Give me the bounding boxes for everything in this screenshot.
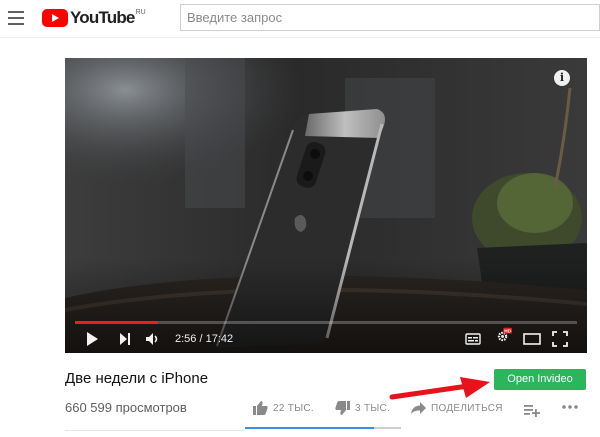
youtube-play-logo-icon <box>42 9 68 27</box>
search-input[interactable] <box>181 5 599 30</box>
masthead: YouTube RU <box>0 0 600 38</box>
player-controls: 2:56 / 17:42 HD <box>65 325 587 353</box>
divider <box>65 430 245 431</box>
thumbs-down-icon <box>335 401 350 415</box>
dislike-button[interactable]: 3 ТЫС. <box>335 400 390 416</box>
time-display: 2:56 / 17:42 <box>175 333 233 345</box>
progress-bar[interactable] <box>75 321 577 324</box>
video-frame-image <box>65 58 587 353</box>
duration: 17:42 <box>205 333 234 345</box>
youtube-logo[interactable]: YouTube RU <box>42 7 146 29</box>
progress-played <box>75 321 159 324</box>
theater-mode-icon[interactable] <box>523 331 541 347</box>
video-player[interactable]: i 2:56 / 17:42 HD <box>65 58 587 353</box>
video-title: Две недели с iPhone <box>65 370 209 387</box>
current-time: 2:56 <box>175 333 197 345</box>
sentiment-bar-likes <box>245 427 374 429</box>
hd-badge: HD <box>504 328 511 334</box>
sentiment-bar-dislikes <box>374 427 401 429</box>
share-button[interactable]: ПОДЕЛИТЬСЯ <box>411 400 503 416</box>
logo-text: YouTube <box>70 8 135 27</box>
play-icon[interactable] <box>85 331 99 347</box>
red-arrow-annotation <box>389 377 490 400</box>
dislike-count: 3 ТЫС. <box>355 402 391 414</box>
thumbs-up-icon <box>253 401 268 415</box>
share-label: ПОДЕЛИТЬСЯ <box>431 402 503 414</box>
settings-icon[interactable]: HD <box>493 327 515 343</box>
share-icon <box>411 401 426 414</box>
search-box <box>180 4 600 31</box>
view-count: 660 599 просмотров <box>65 400 187 415</box>
add-to-playlist-icon[interactable] <box>524 402 540 418</box>
subtitles-icon[interactable] <box>465 331 481 347</box>
like-count: 22 ТЫС. <box>273 402 314 414</box>
fullscreen-icon[interactable] <box>552 331 568 347</box>
volume-icon[interactable] <box>145 331 161 347</box>
next-icon[interactable] <box>118 331 132 347</box>
menu-icon[interactable] <box>8 11 24 25</box>
more-actions-icon[interactable] <box>561 403 579 411</box>
logo-region-label: RU <box>135 9 146 16</box>
time-separator: / <box>196 333 206 345</box>
open-invideo-button[interactable]: Open Invideo <box>494 369 586 390</box>
info-icon[interactable]: i <box>554 70 570 86</box>
like-button[interactable]: 22 ТЫС. <box>253 400 314 416</box>
